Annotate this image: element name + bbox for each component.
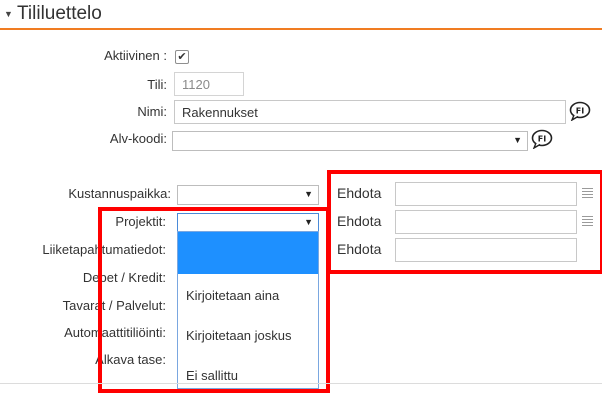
tili-label: Tili: xyxy=(147,77,167,92)
tili-field[interactable]: 1120 xyxy=(174,72,244,96)
nimi-field[interactable]: Rakennukset xyxy=(174,100,566,124)
header-divider xyxy=(0,28,602,30)
chevron-down-icon: ▼ xyxy=(304,189,313,199)
chevron-down-icon: ▼ xyxy=(513,135,522,145)
section-title: Tililuettelo xyxy=(17,3,102,24)
section-header[interactable]: ▼ Tililuettelo xyxy=(0,0,602,28)
triangle-down-icon[interactable]: ▼ xyxy=(4,9,13,19)
highlight-box-ehdota xyxy=(327,170,602,274)
language-fi-icon[interactable]: FI xyxy=(531,129,553,149)
nimi-label: Nimi: xyxy=(137,104,167,119)
svg-text:FI: FI xyxy=(576,107,584,116)
highlight-box-projektit xyxy=(98,207,330,393)
aktiivinen-label: Aktiivinen : xyxy=(104,48,167,63)
svg-text:FI: FI xyxy=(538,135,546,144)
aktiivinen-checkbox[interactable]: ✔ xyxy=(175,50,189,64)
kustannuspaikka-label: Kustannuspaikka: xyxy=(68,186,171,201)
kustannuspaikka-select[interactable]: ▼ xyxy=(177,185,319,205)
tili-value: 1120 xyxy=(182,77,210,92)
language-fi-icon[interactable]: FI xyxy=(569,101,591,121)
nimi-value: Rakennukset xyxy=(182,105,258,120)
alv-koodi-label: Alv-koodi: xyxy=(109,131,167,146)
alv-koodi-select[interactable]: ▼ xyxy=(172,131,528,151)
bottom-divider xyxy=(0,383,602,384)
